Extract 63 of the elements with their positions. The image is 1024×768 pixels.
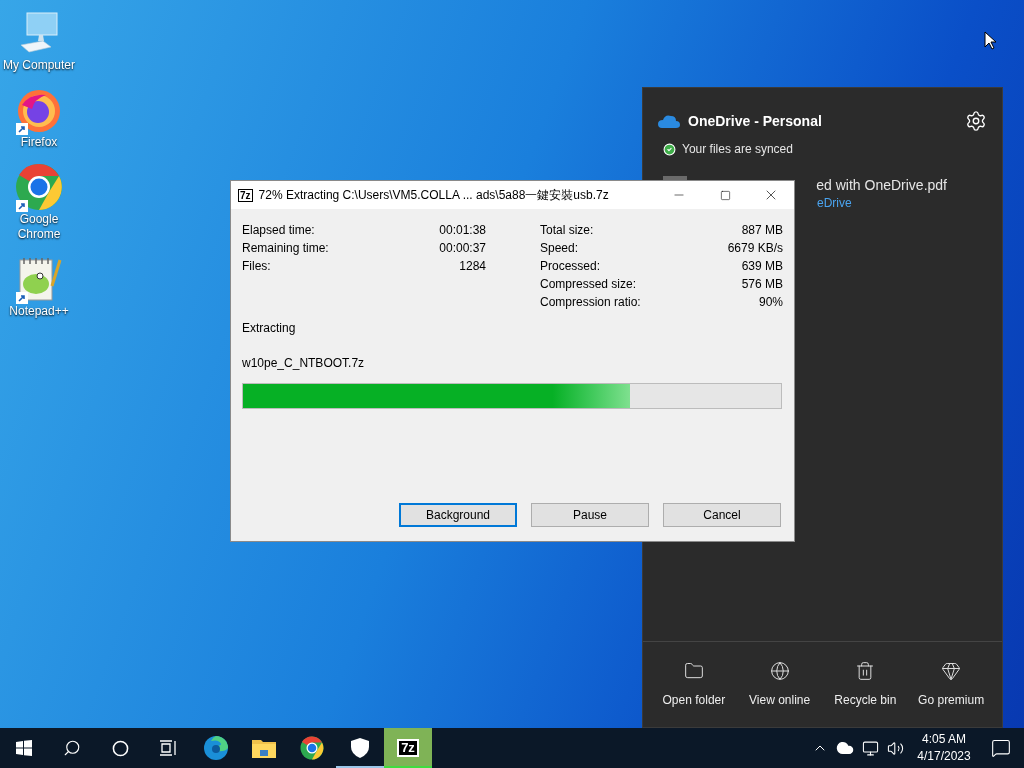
firefox-icon [16, 87, 62, 133]
shield-icon[interactable] [350, 737, 370, 759]
file-name: ed with OneDrive.pdf [816, 176, 947, 194]
clock-time[interactable]: 4:05 AM [922, 731, 966, 748]
stat-value: 887 MB [741, 222, 783, 239]
cortana-icon[interactable] [111, 739, 129, 757]
folder-icon[interactable] [252, 738, 276, 758]
7z-logo: 7z [238, 188, 253, 202]
bin-icon [855, 660, 876, 681]
edge-icon[interactable] [203, 735, 229, 761]
stat-value: 90% [758, 294, 783, 311]
network-icon[interactable] [862, 739, 879, 757]
operation-label: Extracting [242, 320, 297, 337]
stat-label: Elapsed time: [242, 222, 315, 239]
panel-action[interactable]: View online [737, 660, 822, 709]
7z-logo: 7z [397, 739, 419, 757]
stat-value: 1284 [459, 258, 486, 275]
stat-label: Remaining time: [242, 240, 329, 257]
dialog-button[interactable]: Pause [531, 503, 649, 527]
onedrive-title: OneDrive - Personal [688, 111, 822, 131]
sync-status: Your files are synced [682, 141, 793, 158]
cloud-icon [658, 114, 680, 128]
settings-icon[interactable] [965, 110, 987, 132]
stat-label: Compressed size: [540, 276, 637, 293]
search-icon[interactable] [63, 739, 81, 757]
notifications-icon[interactable] [991, 738, 1011, 758]
dialog-button[interactable]: Background [399, 503, 517, 527]
window-title: 72% Extracting C:\Users\VM5.COLLA ... ads\5a88一鍵安裝usb.7z [258, 187, 610, 204]
action-label: View online [749, 691, 811, 709]
stat-value: 6679 KB/s [727, 240, 783, 257]
action-label: Go premium [918, 691, 985, 709]
task-view-icon[interactable] [159, 740, 177, 756]
windows-logo-icon[interactable] [16, 740, 32, 756]
chrome-icon [15, 163, 63, 211]
clock-date[interactable]: 4/17/2023 [917, 748, 971, 765]
chrome-icon[interactable] [300, 736, 324, 760]
panel-action[interactable]: Recycle bin [823, 660, 908, 709]
volume-icon[interactable] [887, 739, 904, 757]
stat-label: Processed: [540, 258, 601, 275]
dialog-button[interactable]: Cancel [663, 503, 781, 527]
file-link[interactable]: eDrive [817, 194, 852, 212]
stat-value: 00:01:38 [439, 222, 486, 239]
action-label: Open folder [662, 691, 726, 709]
maximize-icon [719, 189, 731, 201]
stat-value: 576 MB [741, 276, 783, 293]
mouse-pointer-icon [984, 31, 996, 50]
globe-icon [769, 660, 790, 681]
stat-value: 00:00:37 [439, 240, 486, 257]
stat-label: Total size: [540, 222, 594, 239]
cloud-icon[interactable] [836, 739, 854, 757]
folder-icon [683, 660, 704, 681]
panel-action[interactable]: Open folder [651, 660, 736, 709]
stat-label: Compression ratio: [540, 294, 641, 311]
action-label: Recycle bin [834, 691, 897, 709]
gem-icon [941, 660, 962, 681]
stat-value: 639 MB [741, 258, 783, 275]
panel-action[interactable]: Go premium [909, 660, 994, 709]
stat-label: Files: [242, 258, 271, 275]
current-file: w10pe_C_NTBOOT.7z [242, 355, 366, 372]
stat-label: Speed: [540, 240, 579, 257]
notepad-icon [16, 256, 62, 302]
check-icon [663, 142, 676, 156]
taskbar-button[interactable]: 7z [384, 728, 432, 768]
